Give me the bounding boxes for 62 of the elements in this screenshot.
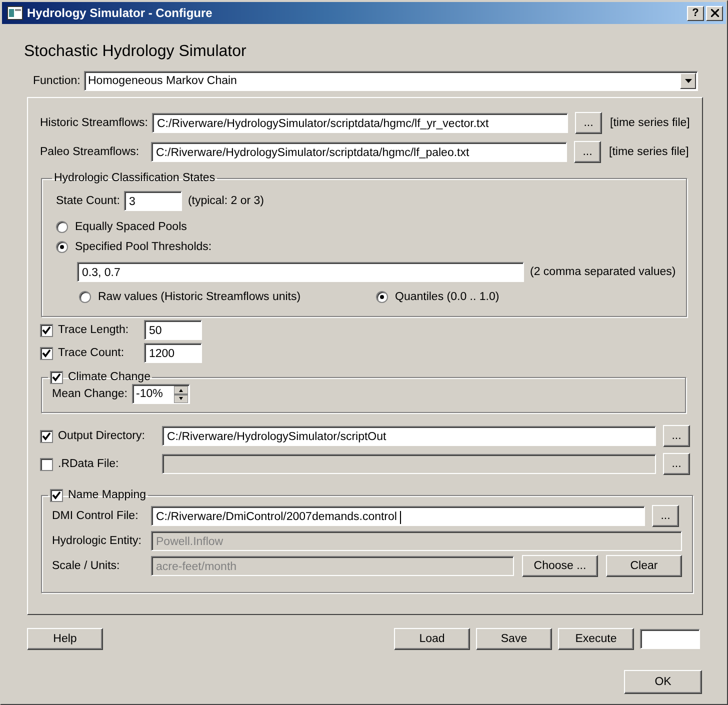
field-label: Historic Streamflows: [40,117,149,129]
checkbox-label: .RData File: [58,458,120,470]
field-hint: [time series file] [609,146,689,158]
thresholds-field[interactable]: 0.3, 0.7 [77,262,524,282]
state-count-field[interactable]: 3 [124,191,182,211]
status-field [640,629,700,649]
radio-label: Quantiles (0.0 .. 1.0) [395,291,500,303]
group-title: Name Mapping [68,489,146,501]
checkbox[interactable] [50,488,63,502]
group-title: Climate Change [68,371,150,383]
checkbox[interactable] [40,324,53,336]
radio-label: Equally Spaced Pools [75,221,187,233]
field-label: Scale / Units: [52,560,121,572]
checkbox-label: Trace Length: [58,324,130,336]
dialog-heading: Stochastic Hydrology Simulator [24,43,248,62]
close-button[interactable] [706,6,723,20]
radio-button[interactable] [56,241,68,253]
field-hint: (2 comma separated values) [530,266,676,278]
action-button[interactable]: Execute [558,628,634,650]
checkbox[interactable] [40,346,53,360]
field-label: Mean Change: [52,388,128,400]
mean-change-spinbox[interactable]: -10% [132,384,190,404]
checkbox[interactable] [50,370,63,384]
checkbox-label: Output Directory: [58,430,146,442]
number-field[interactable]: 1200 [144,343,202,363]
number-field[interactable]: 50 [144,320,202,340]
browse-button[interactable]: ... [574,141,601,163]
field-label: DMI Control File: [52,510,140,522]
radio-button[interactable] [376,291,388,303]
path-field[interactable] [162,454,656,474]
spin-arrows-icon[interactable] [174,386,188,402]
help-button[interactable]: Help [27,628,103,650]
path-field[interactable]: C:/Riverware/HydrologySimulator/scriptdata/hgmc/lf_paleo.txt [151,142,567,162]
field-label: Paleo Streamflows: [40,146,140,158]
radio-button[interactable] [79,291,91,303]
field-label: State Count: [56,195,120,207]
field-hint: [time series file] [610,117,690,129]
path-field[interactable]: C:/Riverware/HydrologySimulator/scriptOut [162,426,656,446]
browse-button[interactable]: ... [652,505,679,527]
browse-button[interactable]: ... [663,425,690,447]
radio-button[interactable] [56,221,68,233]
browse-button[interactable]: ... [575,112,602,134]
group-title: Hydrologic Classification States [54,172,216,184]
checkbox[interactable] [40,458,53,470]
action-button[interactable]: Load [394,628,470,650]
checkbox-label: Trace Count: [58,347,126,359]
path-field[interactable]: C:/Riverware/HydrologySimulator/scriptdata/hgmc/lf_yr_vector.txt [152,113,568,133]
function-dropdown[interactable]: Homogeneous Markov Chain [84,71,698,91]
browse-button[interactable]: ... [663,453,690,475]
path-field[interactable]: C:/Riverware/DmiControl/2007demands.control [151,506,645,526]
close-icon [710,9,718,17]
function-label: Function: [33,75,82,87]
radio-label: Raw values (Historic Streamflows units) [98,291,301,303]
checkbox[interactable] [40,430,53,442]
ok-button[interactable]: OK [624,670,702,694]
action-button[interactable]: Save [476,628,552,650]
help-button[interactable]: ? [687,6,704,20]
window-title: Hydrology Simulator - Configure [27,6,212,20]
field-label: Hydrologic Entity: [52,535,142,547]
field-hint: (typical: 2 or 3) [188,195,264,207]
radio-label: Specified Pool Thresholds: [75,241,212,253]
window-icon [7,6,23,20]
